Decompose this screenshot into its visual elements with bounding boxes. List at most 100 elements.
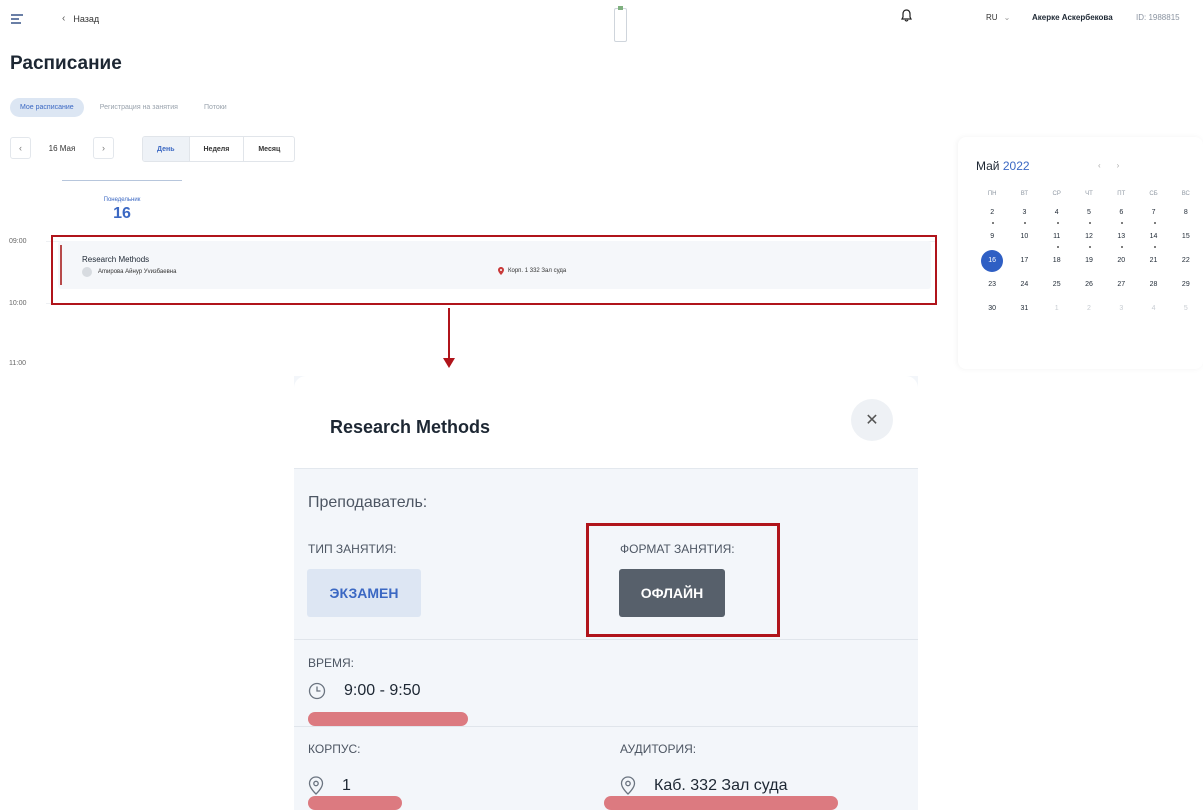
calendar-day[interactable]: 19 [1073, 249, 1105, 273]
calendar-day[interactable]: 24 [1008, 273, 1040, 297]
event-highlight-frame [51, 235, 937, 305]
calendar-day[interactable]: 12 [1073, 225, 1105, 249]
close-button[interactable]: ✕ [851, 399, 893, 441]
device-icon [614, 6, 627, 42]
mini-calendar: Май 2022 ‹› ПН ВТ СР ЧТ ПТ СБ ВС 2 3 4 5… [958, 137, 1203, 369]
calendar-day[interactable]: 5 [1073, 201, 1105, 225]
calendar-day[interactable]: 17 [1008, 249, 1040, 273]
type-label: ТИП ЗАНЯТИЯ: [308, 542, 397, 556]
weekday-wed: СР [1052, 191, 1061, 197]
calendar-day-selected[interactable]: 16 [976, 249, 1008, 273]
weekday-mon: ПН [987, 191, 997, 197]
chevron-left-icon: ‹ [62, 13, 66, 24]
view-week-button[interactable]: Неделя [188, 137, 244, 161]
calendar-week: 23 24 25 26 27 28 29 [976, 273, 1202, 297]
divider [294, 726, 918, 727]
calendar-grid: ПН ВТ СР ЧТ ПТ СБ ВС 2 3 4 5 6 7 8 9 10 … [976, 187, 1202, 321]
weekday-thu: ЧТ [1085, 191, 1093, 197]
calendar-day[interactable]: 26 [1073, 273, 1105, 297]
calendar-day[interactable]: 7 [1137, 201, 1169, 225]
calendar-day[interactable]: 23 [976, 273, 1008, 297]
calendar-week: 9 10 11 12 13 14 15 [976, 225, 1202, 249]
calendar-day[interactable]: 15 [1170, 225, 1202, 249]
modal-title: Research Methods [330, 417, 491, 437]
calendar-day[interactable]: 4 [1041, 201, 1073, 225]
calendar-day[interactable]: 2 [1073, 297, 1105, 321]
calendar-day[interactable]: 11 [1041, 225, 1073, 249]
calendar-day[interactable]: 9 [976, 225, 1008, 249]
time-label: 09:00 [9, 238, 27, 245]
close-icon: ✕ [865, 412, 879, 429]
next-date-button[interactable]: › [93, 137, 114, 159]
calendar-day[interactable]: 4 [1137, 297, 1169, 321]
calendar-day[interactable]: 8 [1170, 201, 1202, 225]
weekday-tue: ВТ [1020, 191, 1029, 197]
room-label: АУДИТОРИЯ: [620, 742, 697, 756]
prev-date-button[interactable]: ‹ [10, 137, 31, 159]
calendar-day[interactable]: 13 [1105, 225, 1137, 249]
bell-icon[interactable] [901, 9, 912, 22]
calendar-day[interactable]: 5 [1170, 297, 1202, 321]
current-date: 16 Мая [48, 143, 76, 153]
calendar-prev-icon[interactable]: ‹ [1098, 161, 1117, 170]
format-highlight-frame [586, 523, 780, 637]
calendar-day[interactable]: 10 [1008, 225, 1040, 249]
calendar-weekdays: ПН ВТ СР ЧТ ПТ СБ ВС [976, 187, 1202, 201]
top-bar: ‹ Назад RU ⌄ Акерке Аскербекова ID: 19888… [0, 0, 1203, 42]
time-row: 9:00 - 9:50 [308, 682, 421, 700]
divider [294, 639, 918, 640]
calendar-day[interactable]: 31 [1008, 297, 1040, 321]
tab-my-schedule[interactable]: Мое расписание [10, 97, 84, 117]
event-detail-modal: Research Methods ✕ Преподаватель: ТИП ЗА… [294, 376, 918, 810]
location-pin-icon [620, 776, 636, 795]
time-value: 9:00 - 9:50 [344, 682, 421, 699]
room-value: Каб. 332 Зал суда [654, 777, 788, 794]
calendar-day[interactable]: 14 [1137, 225, 1169, 249]
calendar-next-icon[interactable]: › [1117, 161, 1136, 170]
calendar-day[interactable]: 29 [1170, 273, 1202, 297]
calendar-day[interactable]: 22 [1170, 249, 1202, 273]
redaction-bar [308, 712, 468, 726]
calendar-day[interactable]: 28 [1137, 273, 1169, 297]
day-number: 16 [113, 205, 131, 222]
weekday-sun: ВС [1181, 191, 1190, 197]
calendar-month: Май 2022 [976, 159, 1030, 173]
calendar-day[interactable]: 25 [1041, 273, 1073, 297]
back-label: Назад [73, 13, 100, 24]
arrow-down-icon [443, 358, 455, 368]
menu-icon[interactable] [11, 14, 23, 24]
calendar-day[interactable]: 18 [1041, 249, 1073, 273]
weekday-sat: СБ [1149, 191, 1158, 197]
modal-header: Research Methods ✕ [294, 376, 918, 469]
room-row: Каб. 332 Зал суда [620, 776, 787, 796]
calendar-day[interactable]: 3 [1008, 201, 1040, 225]
teacher-label: Преподаватель: [308, 494, 428, 511]
tab-streams[interactable]: Потоки [194, 98, 237, 117]
user-id: ID: 1988815 [1136, 13, 1180, 22]
calendar-week: 2 3 4 5 6 7 8 [976, 201, 1202, 225]
view-month-button[interactable]: Месяц [243, 137, 294, 161]
page-title: Расписание [10, 53, 122, 74]
calendar-day[interactable]: 21 [1137, 249, 1169, 273]
building-label: КОРПУС: [308, 742, 361, 756]
user-name[interactable]: Акерке Аскербекова [1032, 13, 1113, 22]
calendar-day[interactable]: 6 [1105, 201, 1137, 225]
calendar-day[interactable]: 30 [976, 297, 1008, 321]
redaction-bar [308, 796, 402, 810]
back-button[interactable]: ‹ Назад [62, 13, 99, 24]
calendar-day[interactable]: 3 [1105, 297, 1137, 321]
time-label: ВРЕМЯ: [308, 656, 355, 670]
time-label: 11:00 [9, 360, 26, 367]
calendar-day[interactable]: 20 [1105, 249, 1137, 273]
calendar-week: 30 31 1 2 3 4 5 [976, 297, 1202, 321]
calendar-day[interactable]: 2 [976, 201, 1008, 225]
time-label: 10:00 [9, 300, 27, 307]
calendar-day[interactable]: 27 [1105, 273, 1137, 297]
redaction-bar [604, 796, 838, 810]
tab-registration[interactable]: Регистрация на занятия [90, 98, 188, 117]
exam-badge: ЭКЗАМЕН [307, 569, 421, 617]
view-day-button[interactable]: День [143, 137, 189, 161]
location-pin-icon [308, 776, 324, 795]
language-select[interactable]: RU ⌄ [986, 13, 1010, 22]
calendar-day[interactable]: 1 [1041, 297, 1073, 321]
